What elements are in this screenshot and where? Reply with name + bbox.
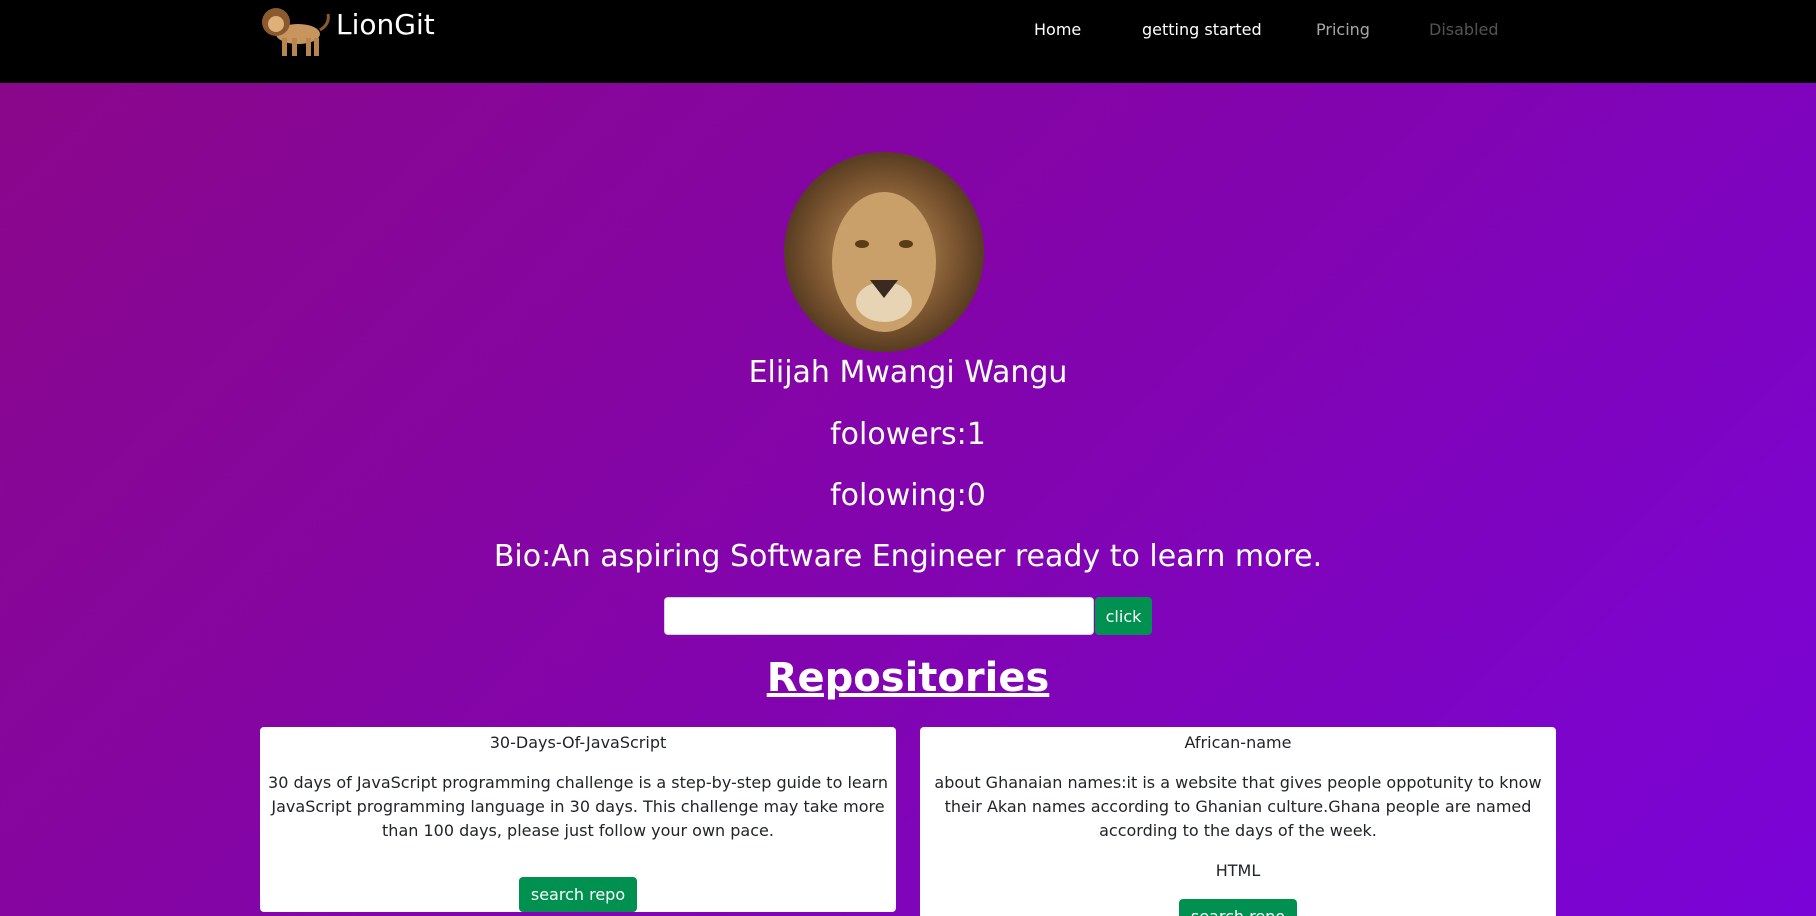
search-repo-button[interactable]: search repo — [518, 877, 638, 912]
brand[interactable]: LionGit — [254, 0, 435, 62]
nav-disabled-link: Disabled — [1429, 20, 1499, 39]
navbar: LionGit Home getting started Pricing Dis… — [0, 0, 1816, 83]
nav-getting-started-link[interactable]: getting started — [1142, 20, 1262, 39]
search-repo-button[interactable]: search repo — [1178, 899, 1298, 916]
lion-avatar-image — [784, 152, 984, 352]
search-input[interactable] — [664, 597, 1094, 635]
nav-home-link[interactable]: Home — [1034, 20, 1081, 39]
repo-description: 30 days of JavaScript programming challe… — [268, 773, 888, 840]
repositories-heading: Repositories — [766, 655, 1050, 701]
repo-card: African-name about Ghanaian names:it is … — [920, 727, 1556, 916]
avatar — [784, 152, 984, 352]
repo-name: 30-Days-Of-JavaScript — [489, 733, 667, 752]
brand-name: LionGit — [336, 7, 435, 41]
nav-pricing-link[interactable]: Pricing — [1316, 20, 1370, 39]
repo-card: 30-Days-Of-JavaScript 30 days of JavaScr… — [260, 727, 896, 912]
profile-name: Elijah Mwangi Wangu — [748, 355, 1068, 390]
profile-bio: Bio:An aspiring Software Engineer ready … — [493, 539, 1323, 574]
click-button[interactable]: click — [1095, 597, 1152, 635]
following-count: folowing:0 — [830, 478, 986, 513]
repo-language: HTML — [1215, 861, 1261, 880]
lion-logo-icon — [262, 8, 330, 56]
followers-count: folowers:1 — [830, 417, 986, 452]
repo-name: African-name — [1184, 733, 1292, 752]
repo-description: about Ghanaian names:it is a website tha… — [934, 773, 1542, 840]
